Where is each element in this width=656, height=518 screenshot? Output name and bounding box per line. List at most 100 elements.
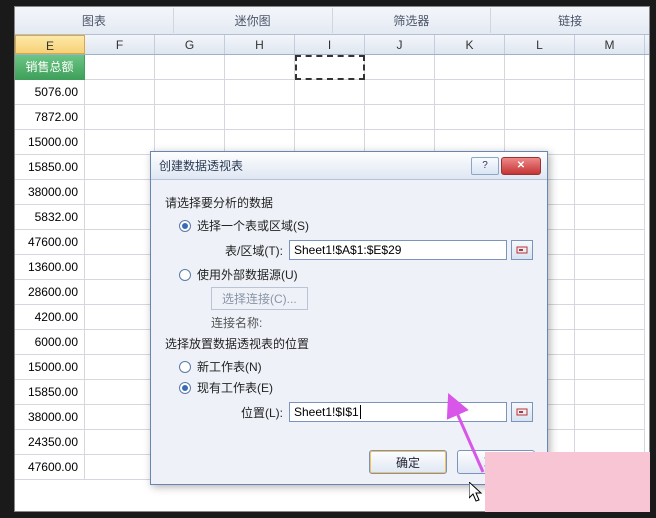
empty-cell[interactable] <box>155 105 225 130</box>
close-button[interactable]: ✕ <box>501 157 541 175</box>
empty-cell[interactable] <box>85 105 155 130</box>
empty-cell[interactable] <box>575 355 645 380</box>
empty-cell[interactable] <box>575 155 645 180</box>
empty-cell[interactable] <box>85 305 155 330</box>
empty-cell[interactable] <box>575 205 645 230</box>
empty-cell[interactable] <box>85 380 155 405</box>
value-cell[interactable]: 15850.00 <box>15 155 85 180</box>
empty-cell[interactable] <box>85 280 155 305</box>
empty-cell[interactable] <box>505 105 575 130</box>
empty-cell[interactable] <box>575 105 645 130</box>
cursor-icon <box>469 482 485 504</box>
empty-cell[interactable] <box>575 305 645 330</box>
value-cell[interactable]: 7872.00 <box>15 105 85 130</box>
empty-cell[interactable] <box>575 405 645 430</box>
help-button[interactable]: ? <box>471 157 499 175</box>
empty-cell[interactable] <box>365 105 435 130</box>
empty-cell[interactable] <box>435 55 505 80</box>
col-header-J[interactable]: J <box>365 35 435 54</box>
value-cell[interactable]: 47600.00 <box>15 230 85 255</box>
radio-existing-sheet[interactable]: 现有工作表(E) <box>179 379 533 396</box>
empty-cell[interactable] <box>225 105 295 130</box>
value-cell[interactable]: 13600.00 <box>15 255 85 280</box>
empty-cell[interactable] <box>85 430 155 455</box>
value-cell[interactable]: 15850.00 <box>15 380 85 405</box>
empty-cell[interactable] <box>365 55 435 80</box>
section-placement: 选择放置数据透视表的位置 <box>165 335 533 352</box>
collapse-dialog-button[interactable] <box>511 240 533 260</box>
empty-cell[interactable] <box>575 330 645 355</box>
empty-cell[interactable] <box>225 80 295 105</box>
value-cell[interactable]: 15000.00 <box>15 130 85 155</box>
empty-cell[interactable] <box>85 155 155 180</box>
empty-cell[interactable] <box>85 55 155 80</box>
radio-icon <box>179 220 191 232</box>
dialog-titlebar[interactable]: 创建数据透视表 ? ✕ <box>151 152 547 180</box>
col-header-F[interactable]: F <box>85 35 155 54</box>
empty-cell[interactable] <box>155 55 225 80</box>
help-icon: ? <box>482 160 488 171</box>
radio-select-table[interactable]: 选择一个表或区域(S) <box>179 217 533 234</box>
empty-cell[interactable] <box>85 455 155 480</box>
empty-cell[interactable] <box>575 280 645 305</box>
ribbon-tab-sparkline[interactable]: 迷你图 <box>174 8 333 33</box>
value-cell[interactable]: 5832.00 <box>15 205 85 230</box>
close-icon: ✕ <box>517 160 525 171</box>
empty-cell[interactable] <box>575 180 645 205</box>
value-cell[interactable]: 38000.00 <box>15 405 85 430</box>
empty-cell[interactable] <box>435 105 505 130</box>
empty-cell[interactable] <box>295 55 365 80</box>
empty-cell[interactable] <box>85 80 155 105</box>
empty-cell[interactable] <box>575 130 645 155</box>
empty-cell[interactable] <box>85 355 155 380</box>
value-cell[interactable]: 5076.00 <box>15 80 85 105</box>
empty-cell[interactable] <box>575 80 645 105</box>
empty-cell[interactable] <box>435 80 505 105</box>
radio-label: 选择一个表或区域(S) <box>197 217 309 234</box>
empty-cell[interactable] <box>85 255 155 280</box>
radio-icon <box>179 382 191 394</box>
empty-cell[interactable] <box>505 80 575 105</box>
empty-cell[interactable] <box>85 180 155 205</box>
empty-cell[interactable] <box>85 205 155 230</box>
radio-new-sheet[interactable]: 新工作表(N) <box>179 358 533 375</box>
radio-external-source[interactable]: 使用外部数据源(U) <box>179 266 533 283</box>
ribbon-tab-link[interactable]: 链接 <box>491 8 649 33</box>
empty-cell[interactable] <box>85 405 155 430</box>
ribbon-tab-chart[interactable]: 图表 <box>15 8 174 33</box>
value-cell[interactable]: 28600.00 <box>15 280 85 305</box>
value-cell[interactable]: 47600.00 <box>15 455 85 480</box>
empty-cell[interactable] <box>295 105 365 130</box>
empty-cell[interactable] <box>155 80 225 105</box>
col-header-E[interactable]: E <box>15 35 85 54</box>
col-header-L[interactable]: L <box>505 35 575 54</box>
location-input[interactable]: Sheet1!$I$1 <box>289 402 507 422</box>
empty-cell[interactable] <box>85 330 155 355</box>
empty-cell[interactable] <box>85 130 155 155</box>
value-cell[interactable]: 24350.00 <box>15 430 85 455</box>
empty-cell[interactable] <box>85 230 155 255</box>
header-cell[interactable]: 销售总额 <box>15 55 85 80</box>
col-header-G[interactable]: G <box>155 35 225 54</box>
value-cell[interactable]: 15000.00 <box>15 355 85 380</box>
ribbon-tab-filter[interactable]: 筛选器 <box>333 8 492 33</box>
choose-connection-button: 选择连接(C)... <box>211 287 308 310</box>
col-header-K[interactable]: K <box>435 35 505 54</box>
value-cell[interactable]: 6000.00 <box>15 330 85 355</box>
col-header-M[interactable]: M <box>575 35 645 54</box>
value-cell[interactable]: 4200.00 <box>15 305 85 330</box>
empty-cell[interactable] <box>505 55 575 80</box>
col-header-I[interactable]: I <box>295 35 365 54</box>
empty-cell[interactable] <box>365 80 435 105</box>
ok-button[interactable]: 确定 <box>369 450 447 474</box>
empty-cell[interactable] <box>575 55 645 80</box>
table-range-input[interactable]: Sheet1!$A$1:$E$29 <box>289 240 507 260</box>
empty-cell[interactable] <box>295 80 365 105</box>
empty-cell[interactable] <box>575 230 645 255</box>
col-header-H[interactable]: H <box>225 35 295 54</box>
collapse-dialog-button-2[interactable] <box>511 402 533 422</box>
value-cell[interactable]: 38000.00 <box>15 180 85 205</box>
empty-cell[interactable] <box>575 255 645 280</box>
empty-cell[interactable] <box>575 380 645 405</box>
empty-cell[interactable] <box>225 55 295 80</box>
